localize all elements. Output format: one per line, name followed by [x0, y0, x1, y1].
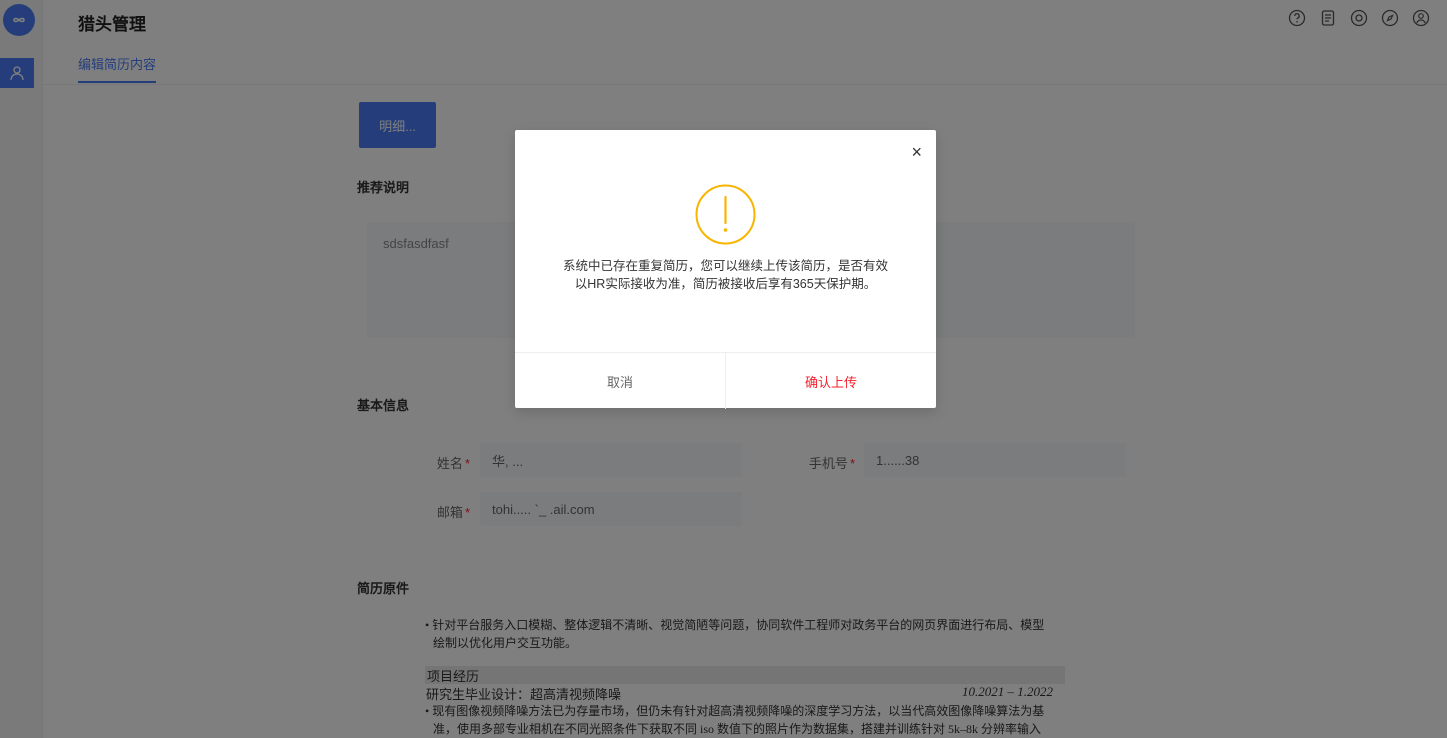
close-icon[interactable]: × [911, 142, 922, 163]
warning-icon [695, 184, 756, 250]
dialog-message-line: 系统中已存在重复简历，您可以继续上传该简历，是否有效 [562, 259, 888, 273]
dialog-message-line: 以HR实际接收为准，简历被接收后享有365天保护期。 [574, 277, 877, 291]
cancel-button[interactable]: 取消 [515, 353, 726, 409]
dialog-message: 系统中已存在重复简历，您可以继续上传该简历，是否有效 以HR实际接收为准，简历被… [515, 257, 936, 293]
duplicate-resume-dialog: × 系统中已存在重复简历，您可以继续上传该简历，是否有效 以HR实际接收为准，简… [515, 130, 936, 409]
dialog-footer: 取消 确认上传 [515, 352, 936, 409]
confirm-upload-button[interactable]: 确认上传 [726, 353, 936, 409]
